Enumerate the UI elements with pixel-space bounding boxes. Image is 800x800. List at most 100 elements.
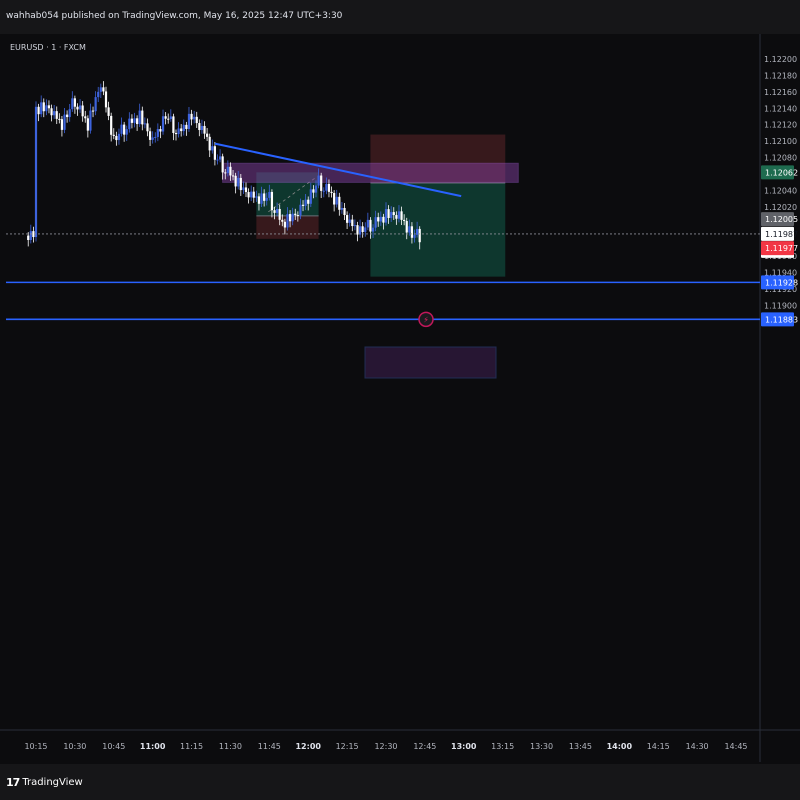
candle-body[interactable] xyxy=(276,208,279,213)
candle-body[interactable] xyxy=(47,105,51,109)
candle-body[interactable] xyxy=(263,193,266,201)
candle-body[interactable] xyxy=(63,114,66,130)
candle-body[interactable] xyxy=(91,110,95,112)
candle-body[interactable] xyxy=(397,211,401,219)
price-chart[interactable]: ⚡ 1.12200 1.12180 1.12160 1.12140 1.12120 1.12… xyxy=(0,34,800,762)
candle-body[interactable] xyxy=(115,135,118,141)
candle-body[interactable] xyxy=(314,185,318,193)
candle-body[interactable] xyxy=(40,102,43,115)
candle-body[interactable] xyxy=(250,191,253,198)
candle-body[interactable] xyxy=(239,177,242,191)
candle-body[interactable] xyxy=(130,118,134,123)
candle-body[interactable] xyxy=(177,128,180,135)
candle-body[interactable] xyxy=(107,107,110,116)
candle-body[interactable] xyxy=(343,207,346,216)
candle-body[interactable] xyxy=(304,199,307,206)
candle-body[interactable] xyxy=(252,191,255,198)
candle-body[interactable] xyxy=(156,129,159,137)
candle-body[interactable] xyxy=(55,111,58,119)
candle-body[interactable] xyxy=(34,106,38,238)
candle-body[interactable] xyxy=(371,227,375,232)
candle-body[interactable] xyxy=(265,197,268,201)
candle-body[interactable] xyxy=(143,123,146,125)
candle-body[interactable] xyxy=(167,118,170,120)
candle-body[interactable] xyxy=(187,113,191,129)
candle-body[interactable] xyxy=(416,228,419,235)
candle-body[interactable] xyxy=(94,97,97,112)
candle-body[interactable] xyxy=(190,113,193,120)
candle-body[interactable] xyxy=(301,204,305,206)
candle-body[interactable] xyxy=(353,225,356,227)
candle-body[interactable] xyxy=(84,116,87,119)
candle-body[interactable] xyxy=(413,234,416,238)
candle-body[interactable] xyxy=(296,215,299,217)
candle-body[interactable] xyxy=(133,118,136,123)
candle-body[interactable] xyxy=(29,231,32,241)
candle-body[interactable] xyxy=(330,191,333,194)
candle-body[interactable] xyxy=(213,146,216,160)
candle-body[interactable] xyxy=(97,91,100,98)
chart-area[interactable]: ⚡ 1.12200 1.12180 1.12160 1.12140 1.12120 1.12… xyxy=(0,34,800,762)
candle-body[interactable] xyxy=(346,215,349,223)
candle-body[interactable] xyxy=(211,146,214,151)
candle-body[interactable] xyxy=(185,124,188,129)
candle-body[interactable] xyxy=(377,217,380,222)
candle-body[interactable] xyxy=(395,215,398,219)
candle-body[interactable] xyxy=(68,109,71,118)
candle-body[interactable] xyxy=(278,208,281,220)
candle-body[interactable] xyxy=(268,191,271,198)
candle-body[interactable] xyxy=(309,189,312,204)
candle-body[interactable] xyxy=(374,217,377,228)
candle-body[interactable] xyxy=(164,116,167,119)
candle-body[interactable] xyxy=(322,190,325,192)
candle-body[interactable] xyxy=(99,87,102,92)
candle-body[interactable] xyxy=(104,91,108,108)
candle-body[interactable] xyxy=(325,183,328,191)
candle-body[interactable] xyxy=(180,128,183,132)
candle-body[interactable] xyxy=(117,133,121,141)
candle-body[interactable] xyxy=(86,118,89,131)
supply-zone-inner[interactable] xyxy=(364,346,497,379)
candle-body[interactable] xyxy=(286,214,289,228)
candle-body[interactable] xyxy=(151,137,154,140)
candle-body[interactable] xyxy=(60,119,64,130)
candle-body[interactable] xyxy=(73,98,76,107)
candle-body[interactable] xyxy=(392,212,395,216)
candle-body[interactable] xyxy=(42,102,45,112)
candle-body[interactable] xyxy=(307,199,310,204)
candle-body[interactable] xyxy=(200,125,204,131)
candle-body[interactable] xyxy=(159,129,162,132)
candle-body[interactable] xyxy=(364,227,367,233)
candle-body[interactable] xyxy=(369,219,372,232)
candle-body[interactable] xyxy=(283,221,286,228)
candle-body[interactable] xyxy=(216,159,219,161)
candle-body[interactable] xyxy=(382,216,385,223)
candle-body[interactable] xyxy=(294,213,297,216)
candle-body[interactable] xyxy=(141,110,144,125)
candle-body[interactable] xyxy=(281,219,284,222)
candle-body[interactable] xyxy=(110,115,113,135)
candle-body[interactable] xyxy=(257,196,261,204)
candle-body[interactable] xyxy=(390,212,393,218)
candle-body[interactable] xyxy=(154,136,157,138)
candle-body[interactable] xyxy=(361,226,364,233)
candle-body[interactable] xyxy=(27,235,30,241)
candle-body[interactable] xyxy=(340,207,344,210)
candle-body[interactable] xyxy=(76,106,79,110)
candle-body[interactable] xyxy=(89,110,92,131)
candle-body[interactable] xyxy=(247,192,250,198)
candle-body[interactable] xyxy=(37,106,40,115)
candle-body[interactable] xyxy=(234,175,237,187)
candle-body[interactable] xyxy=(218,156,222,160)
candle-body[interactable] xyxy=(400,211,403,220)
candle-body[interactable] xyxy=(237,177,240,187)
candle-body[interactable] xyxy=(288,214,292,222)
candle-body[interactable] xyxy=(403,219,406,222)
candle-body[interactable] xyxy=(128,118,131,130)
candle-body[interactable] xyxy=(224,172,227,174)
candle-body[interactable] xyxy=(242,187,245,191)
candle-body[interactable] xyxy=(66,114,69,118)
candle-body[interactable] xyxy=(53,111,56,116)
candle-body[interactable] xyxy=(379,216,382,222)
candle-body[interactable] xyxy=(172,116,175,133)
